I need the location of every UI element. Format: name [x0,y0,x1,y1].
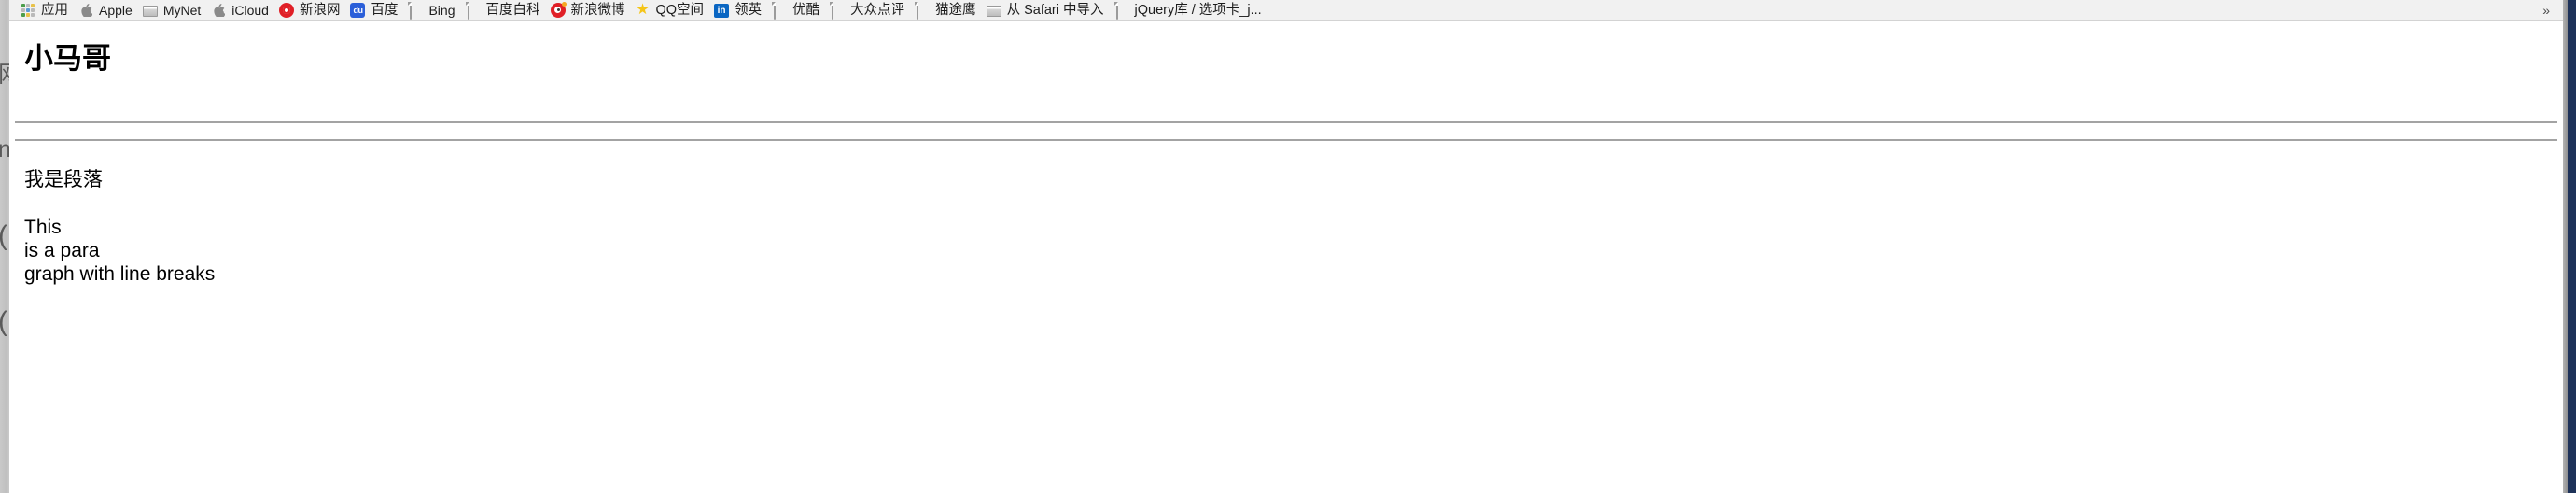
bookmark-jquery-tabs[interactable]: jQuery库 / 选项卡_j... [1111,1,1268,20]
bookmark-label: 大众点评 [850,2,905,18]
document-icon [466,1,481,20]
linkedin-icon: in [714,3,730,18]
bookmark-baidu[interactable]: du 百度 [346,2,404,19]
page-heading: 小马哥 [24,42,111,75]
bookmark-apps[interactable]: 应用 [17,2,75,19]
bookmark-weibo[interactable]: 新浪微博 [547,1,632,19]
page-paragraph-1: 我是段落 [24,169,103,190]
bookmark-linkedin[interactable]: in 领英 [710,2,768,19]
browser-window: 应用 Apple MyNet iCloud 新浪网 du 百度 Bing 百度白… [9,0,2563,493]
horizontal-rule-2 [15,139,2557,141]
apps-grid-icon [21,3,35,18]
bookmark-label: 从 Safari 中导入 [1006,2,1104,18]
baidu-icon: du [350,2,366,18]
bookmark-label: Apple [99,2,133,18]
bookmark-baidu-baike[interactable]: 百度白科 [462,1,547,20]
document-icon [408,1,423,20]
folder-icon [142,5,158,17]
document-icon [772,1,787,20]
bookmark-label: 猫途鹰 [935,2,976,18]
apple-icon [211,3,226,18]
qzone-star-icon: ★ [636,1,650,18]
bookmark-label: Bing [428,2,455,18]
paragraph-line: graph with line breaks [24,263,216,285]
screen: 网 nt ( ( 应用 Apple MyNet [0,0,2576,493]
folder-icon [986,5,1001,17]
page-viewport: 小马哥 我是段落 This is a para graph with line … [9,21,2563,492]
background-text-fragment: ( [0,308,7,336]
bookmark-apple[interactable]: Apple [75,2,139,19]
bookmark-label: jQuery库 / 选项卡_j... [1134,2,1262,18]
background-window-right-strip[interactable] [2563,0,2576,493]
bookmark-label: MyNet [162,2,202,18]
bookmark-bing[interactable]: Bing [404,1,461,20]
paragraph-line: This [24,217,62,238]
bookmark-label: 优酷 [792,2,820,18]
bookmark-label: iCloud [231,2,269,18]
bookmark-label: QQ空间 [655,2,705,18]
bookmarks-overflow-button[interactable]: » [2537,3,2559,18]
horizontal-rule-1 [15,121,2557,123]
bookmarks-bar: 应用 Apple MyNet iCloud 新浪网 du 百度 Bing 百度白… [9,0,2563,21]
window-edge-shadow [2563,0,2568,493]
bookmark-label: 百度 [371,2,399,18]
document-icon [830,1,845,20]
bookmark-qzone[interactable]: ★ QQ空间 [632,2,711,19]
bookmark-label: 新浪微博 [570,2,625,18]
bookmark-imported-from-safari[interactable]: 从 Safari 中导入 [983,2,1111,19]
paragraph-line: is a para [24,240,100,261]
bookmark-mynet[interactable]: MyNet [139,2,207,19]
bookmark-youku[interactable]: 优酷 [768,1,826,20]
bookmark-label: 新浪网 [299,2,341,18]
apple-icon [78,3,93,18]
bookmark-label: 应用 [41,2,68,18]
bookmark-label: 百度白科 [485,2,540,18]
bookmark-icloud[interactable]: iCloud [207,2,275,19]
document-icon [915,1,930,20]
weibo-icon [550,1,567,18]
document-icon [1114,1,1129,20]
bookmark-tripadvisor[interactable]: 猫途鹰 [911,1,983,20]
background-text-fragment: ( [0,222,7,250]
bookmark-label: 领英 [735,2,763,18]
bookmark-dianping[interactable]: 大众点评 [826,1,911,20]
page-paragraph-2: This is a para graph with line breaks [15,216,2557,286]
bookmark-sina[interactable]: 新浪网 [275,2,347,19]
sina-icon [278,2,294,18]
